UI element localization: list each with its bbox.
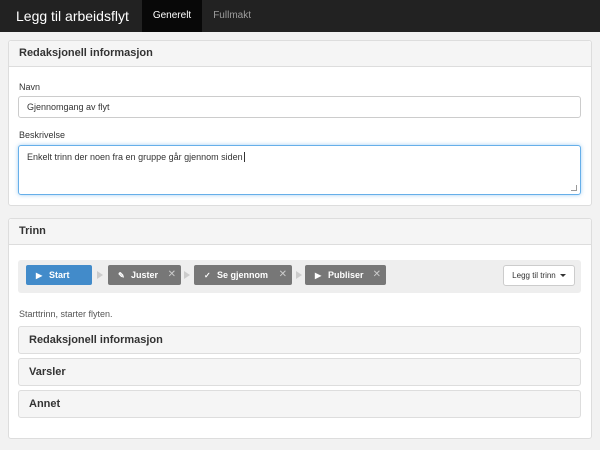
editorial-info-panel: Redaksjonell informasjon Navn Beskrivels… — [8, 40, 592, 206]
step-arrow — [97, 271, 103, 279]
step-arrow — [184, 271, 190, 279]
resize-handle[interactable] — [571, 185, 577, 191]
app-title: Legg til arbeidsflyt — [16, 8, 129, 24]
remove-step-icon[interactable]: ✕ — [373, 265, 381, 285]
tab-generelt[interactable]: Generelt — [141, 0, 203, 32]
play-icon: ▶ — [315, 271, 322, 280]
step-label: Juster — [131, 270, 159, 280]
step-label: Se gjennom — [217, 270, 269, 280]
steps-panel: Trinn ▶ Start ✎ Juster ✕ ✓ Se gjennom ✕ ▶ Pu… — [8, 218, 592, 439]
step-bar: ▶ Start ✎ Juster ✕ ✓ Se gjennom ✕ ▶ Publiser… — [18, 260, 581, 293]
add-step-label: Legg til trinn — [512, 271, 556, 280]
section-varsler[interactable]: Varsler — [18, 358, 581, 386]
step-arrow — [296, 271, 302, 279]
remove-step-icon[interactable]: ✕ — [168, 265, 176, 285]
step-juster[interactable]: ✎ Juster ✕ — [108, 265, 181, 285]
tab-fullmakt[interactable]: Fullmakt — [202, 0, 262, 32]
step-se-gjennom[interactable]: ✓ Se gjennom ✕ — [194, 265, 292, 285]
caret-down-icon — [560, 274, 566, 278]
description-label: Beskrivelse — [19, 130, 66, 140]
name-input[interactable] — [18, 96, 581, 118]
play-icon: ▶ — [36, 271, 43, 280]
description-text: Enkelt trinn der noen fra en gruppe går … — [27, 152, 243, 162]
add-step-button[interactable]: Legg til trinn — [503, 265, 575, 286]
edit-icon: ✎ — [118, 271, 125, 280]
step-start[interactable]: ▶ Start — [26, 265, 92, 285]
remove-step-icon[interactable]: ✕ — [279, 265, 287, 285]
steps-heading: Trinn — [9, 219, 591, 245]
description-textarea[interactable]: Enkelt trinn der noen fra en gruppe går … — [18, 145, 581, 195]
step-help-text: Starttrinn, starter flyten. — [19, 309, 113, 319]
check-icon: ✓ — [204, 271, 211, 280]
editorial-info-heading: Redaksjonell informasjon — [9, 41, 591, 67]
step-publiser[interactable]: ▶ Publiser ✕ — [305, 265, 386, 285]
name-label: Navn — [19, 82, 41, 92]
step-label: Start — [49, 270, 70, 280]
navbar: Legg til arbeidsflyt Generelt Fullmakt — [0, 0, 600, 32]
section-annet[interactable]: Annet — [18, 390, 581, 418]
step-label: Publiser — [328, 270, 364, 280]
section-editorial-info[interactable]: Redaksjonell informasjon — [18, 326, 581, 354]
